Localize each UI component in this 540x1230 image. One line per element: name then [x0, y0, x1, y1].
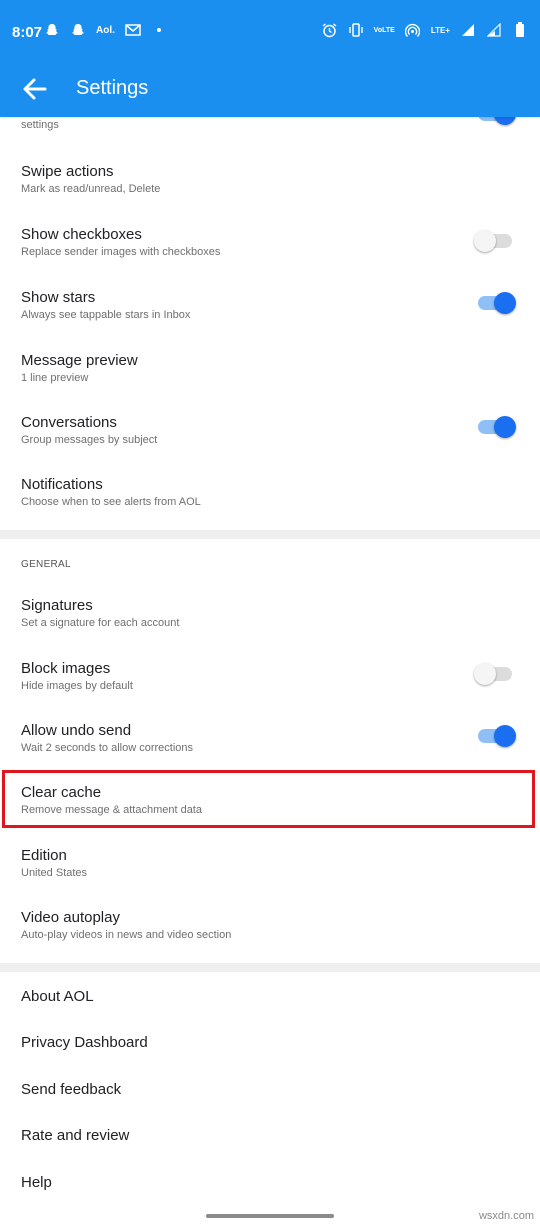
- setting-subtitle: Mark as read/unread, Delete: [21, 183, 161, 195]
- setting-title: Signatures: [21, 597, 93, 614]
- signal-icon: [486, 22, 502, 38]
- setting-title: Block images: [21, 660, 111, 677]
- setting-notifications[interactable]: Notifications Choose when to see alerts …: [0, 465, 540, 527]
- setting-title: Video autoplay: [21, 909, 120, 926]
- setting-allow-undo-send[interactable]: Allow undo send Wait 2 seconds to allow …: [0, 712, 540, 774]
- section-header-general: GENERAL: [21, 559, 71, 570]
- battery-icon: [512, 22, 528, 38]
- section-divider: [0, 530, 540, 539]
- partial-item-subtitle: settings: [21, 119, 59, 131]
- setting-signatures[interactable]: Signatures Set a signature for each acco…: [0, 588, 540, 650]
- aol-icon: Aol.: [96, 24, 115, 36]
- setting-swipe-actions[interactable]: Swipe actions Mark as read/unread, Delet…: [0, 155, 540, 217]
- setting-title: Rate and review: [21, 1127, 130, 1144]
- setting-title: Notifications: [21, 476, 103, 493]
- setting-title: Conversations: [21, 414, 117, 431]
- allow-undo-send-toggle[interactable]: [474, 722, 516, 750]
- setting-conversations[interactable]: Conversations Group messages by subject: [0, 403, 540, 465]
- setting-subtitle: Wait 2 seconds to allow corrections: [21, 742, 193, 754]
- setting-subtitle: Group messages by subject: [21, 434, 158, 446]
- setting-title: Show stars: [21, 289, 96, 306]
- setting-title: Message preview: [21, 352, 138, 369]
- setting-about-aol[interactable]: About AOL: [0, 975, 540, 1021]
- setting-block-images[interactable]: Block images Hide images by default: [0, 650, 540, 712]
- setting-title: Edition: [21, 847, 67, 864]
- setting-title: Show checkboxes: [21, 226, 142, 243]
- setting-clear-cache[interactable]: Clear cache Remove message & attachment …: [0, 774, 540, 828]
- vibrate-icon: [348, 22, 364, 38]
- section-divider: [0, 963, 540, 972]
- setting-title: Send feedback: [21, 1081, 122, 1098]
- hotspot-icon: [405, 22, 421, 38]
- setting-show-checkboxes[interactable]: Show checkboxes Replace sender images wi…: [0, 217, 540, 279]
- setting-subtitle: Set a signature for each account: [21, 617, 180, 629]
- block-images-toggle[interactable]: [474, 660, 514, 688]
- setting-subtitle: United States: [21, 867, 88, 879]
- setting-subtitle: Choose when to see alerts from AOL: [21, 496, 201, 508]
- system-icons: VoLTE LTE+: [322, 22, 528, 38]
- status-bar: 8:07 Aol. VoLTE LTE+: [0, 0, 540, 60]
- conversations-toggle[interactable]: [474, 413, 516, 441]
- dot-icon: [151, 22, 167, 38]
- notification-icons: Aol.: [44, 22, 167, 38]
- status-time: 8:07: [12, 24, 43, 41]
- page-title: Settings: [76, 77, 149, 99]
- setting-subtitle: Always see tappable stars in Inbox: [21, 309, 191, 321]
- setting-show-stars[interactable]: Show stars Always see tappable stars in …: [0, 279, 540, 341]
- setting-rate-and-review[interactable]: Rate and review: [0, 1114, 540, 1160]
- gesture-nav-bar[interactable]: [206, 1214, 334, 1218]
- setting-help[interactable]: Help: [0, 1161, 540, 1207]
- setting-subtitle: Remove message & attachment data: [21, 804, 202, 816]
- setting-title: Swipe actions: [21, 163, 114, 180]
- alarm-icon: [322, 22, 338, 38]
- setting-title: About AOL: [21, 988, 94, 1005]
- setting-video-autoplay[interactable]: Video autoplay Auto-play videos in news …: [0, 899, 540, 961]
- app-bar: Settings: [0, 60, 540, 117]
- volte-icon: VoLTE: [373, 26, 395, 34]
- setting-title: Clear cache: [21, 784, 102, 801]
- snapchat-icon: [70, 22, 86, 38]
- setting-send-feedback[interactable]: Send feedback: [0, 1068, 540, 1114]
- setting-title: Privacy Dashboard: [21, 1034, 148, 1051]
- setting-subtitle: Auto-play videos in news and video secti…: [21, 929, 232, 941]
- setting-edition[interactable]: Edition United States: [0, 837, 540, 899]
- setting-privacy-dashboard[interactable]: Privacy Dashboard: [0, 1021, 540, 1067]
- setting-title: Allow undo send: [21, 722, 132, 739]
- setting-title: Help: [21, 1174, 52, 1191]
- show-checkboxes-toggle[interactable]: [474, 227, 514, 255]
- watermark-text: wsxdn.com: [478, 1210, 534, 1222]
- signal-icon: [460, 22, 476, 38]
- setting-subtitle: Replace sender images with checkboxes: [21, 246, 221, 258]
- lte-icon: LTE+: [430, 25, 450, 35]
- mail-icon: [125, 22, 141, 38]
- show-stars-toggle[interactable]: [474, 289, 516, 317]
- back-arrow-icon[interactable]: [20, 74, 50, 104]
- setting-subtitle: 1 line preview: [21, 372, 89, 384]
- snapchat-icon: [44, 22, 60, 38]
- setting-subtitle: Hide images by default: [21, 680, 133, 692]
- setting-message-preview[interactable]: Message preview 1 line preview: [0, 341, 540, 403]
